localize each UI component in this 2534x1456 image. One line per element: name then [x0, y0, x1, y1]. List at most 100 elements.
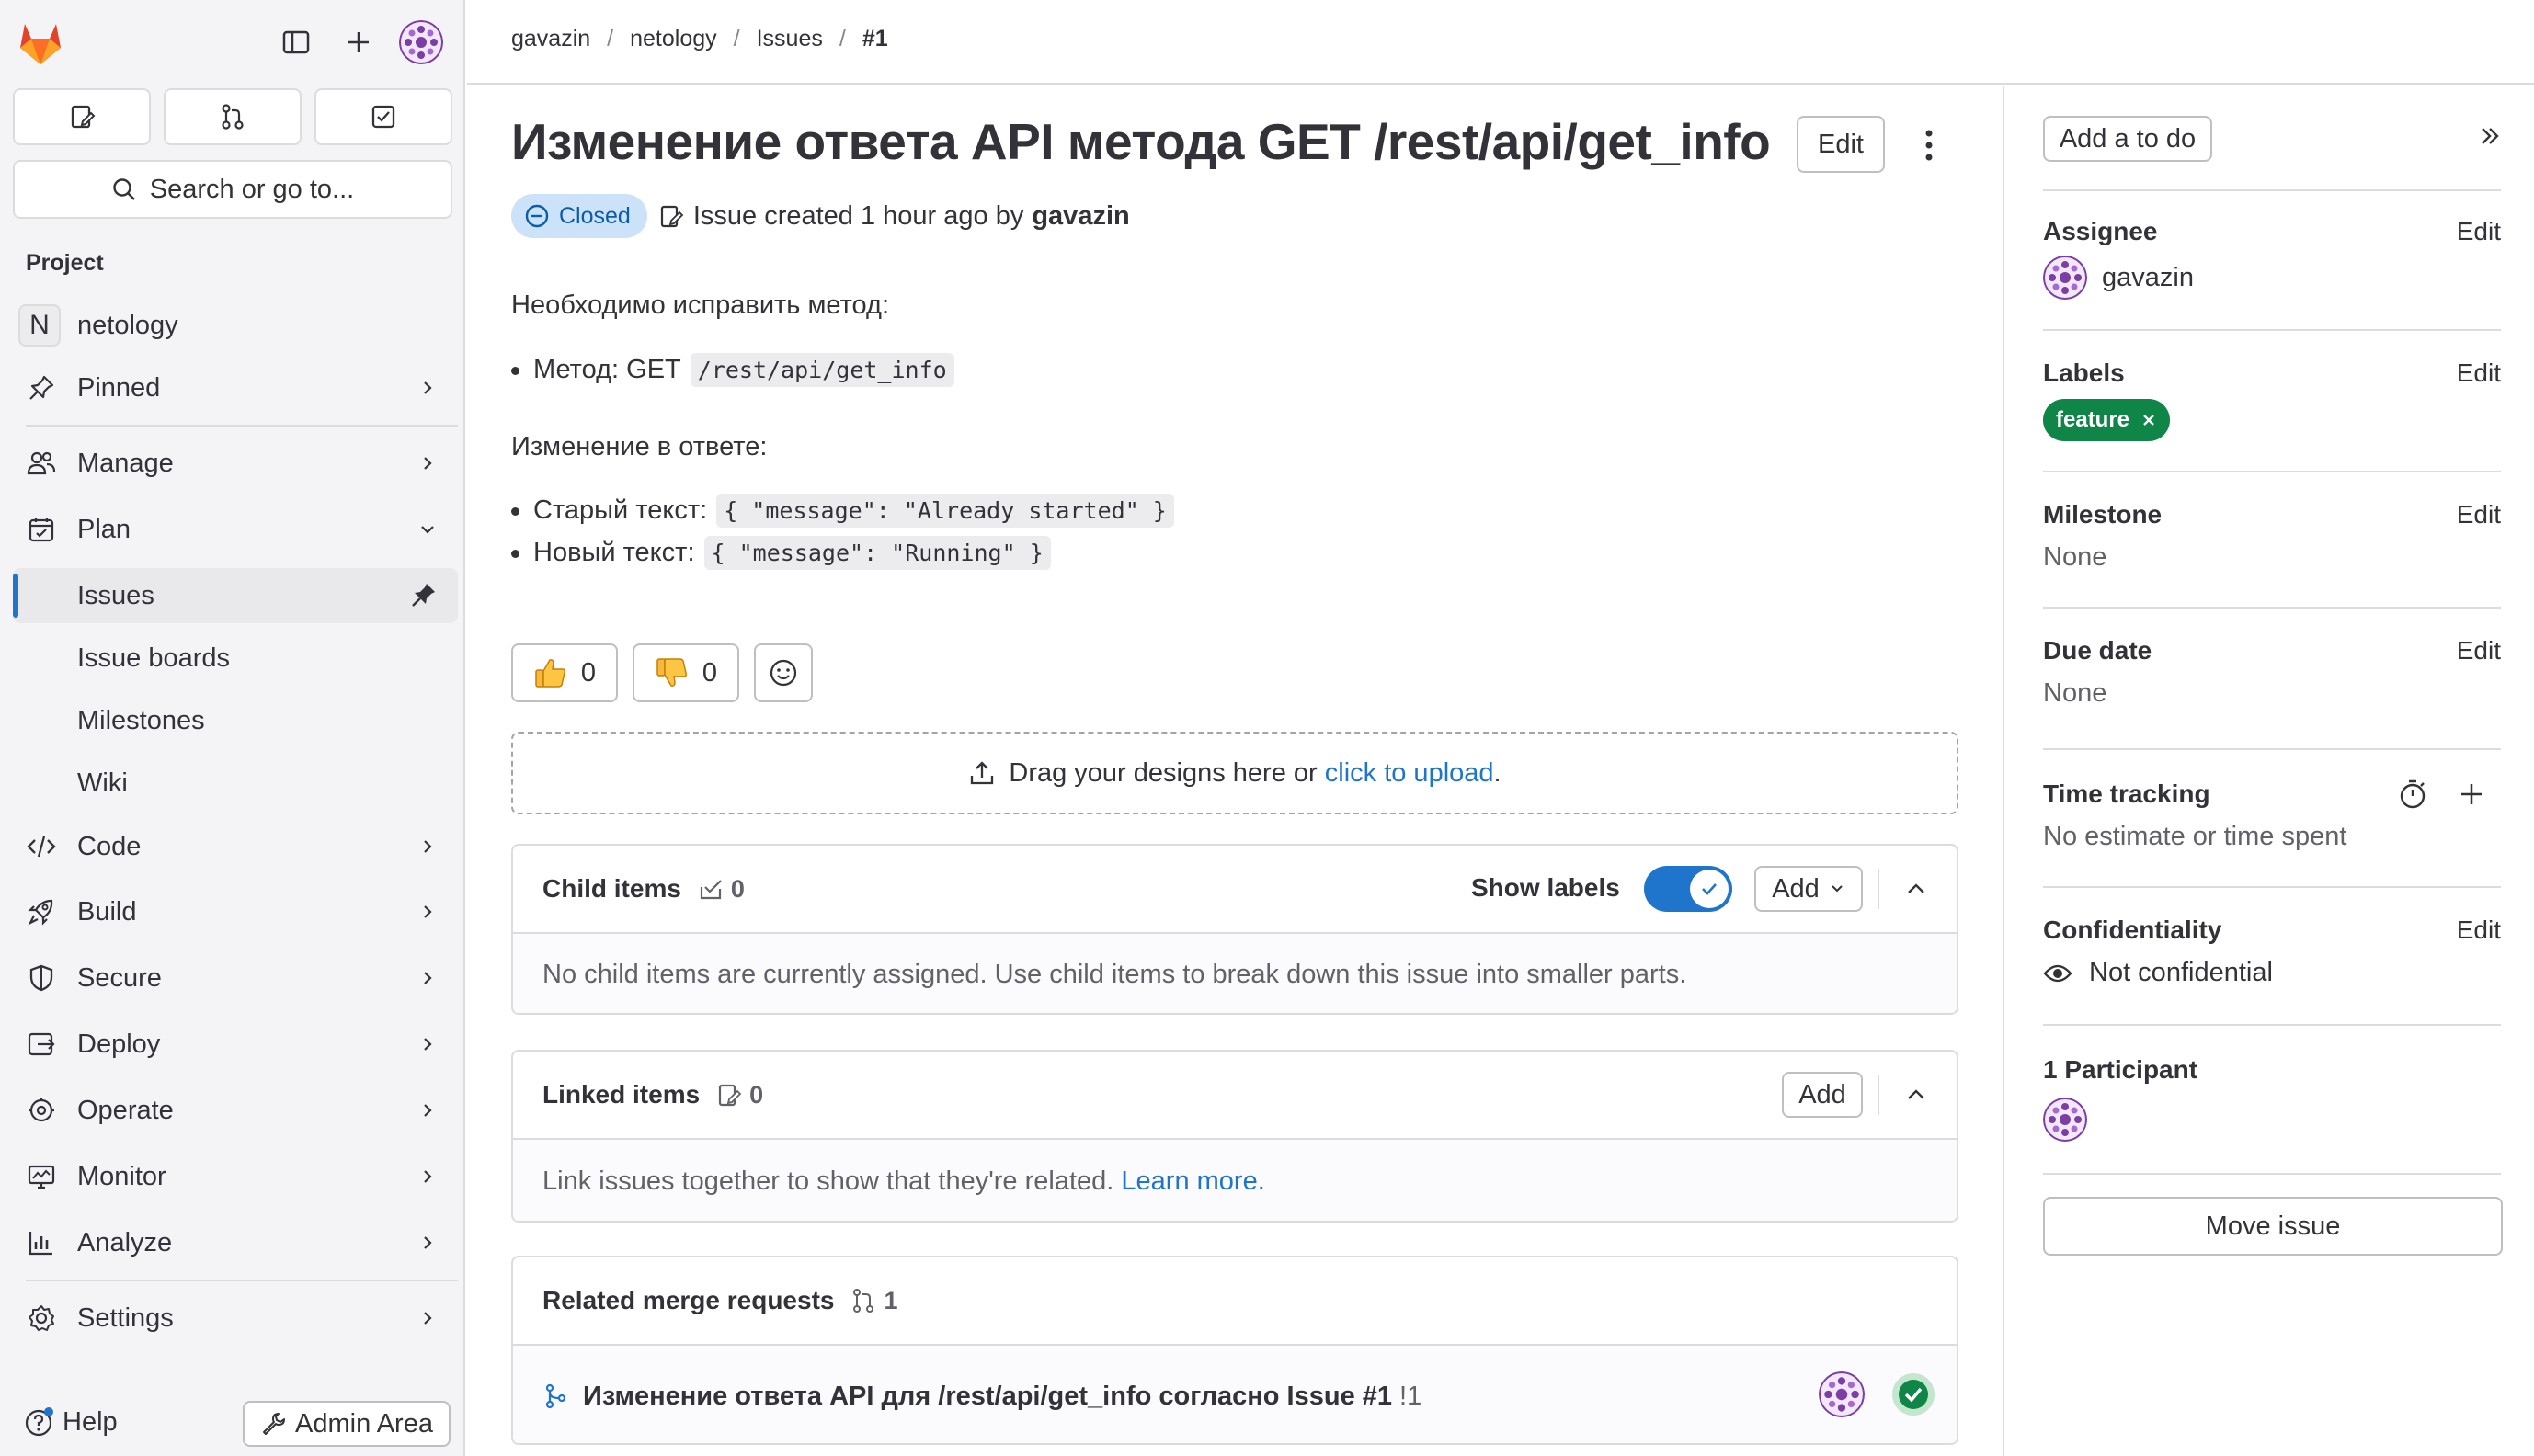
nav-operate[interactable]: Operate	[13, 1084, 458, 1137]
linked-items-card: Linked items 0 Add Link issues together …	[511, 1050, 1958, 1223]
card-title: Linked items	[542, 1080, 701, 1109]
child-items-card: Child items 0 Show labels Add No child i…	[511, 844, 1958, 1015]
wrench-icon	[260, 1411, 286, 1437]
edit-assignee-button[interactable]: Edit	[2457, 217, 2501, 246]
nav-plan[interactable]: Plan	[13, 503, 458, 556]
confidentiality-status: Not confidential	[2043, 958, 2501, 988]
thumbs-up-button[interactable]: 0	[511, 643, 618, 702]
upload-icon	[968, 759, 996, 787]
chevron-right-icon	[414, 1097, 441, 1124]
edit-labels-button[interactable]: Edit	[2457, 358, 2501, 388]
issues-icon	[716, 1082, 742, 1108]
nav-label: Issues	[77, 580, 154, 610]
project-name: netology	[77, 310, 178, 340]
nav-issue-boards[interactable]: Issue boards	[13, 631, 458, 686]
add-todo-button[interactable]: Add a to do	[2043, 116, 2212, 162]
show-labels-toggle[interactable]	[1644, 866, 1732, 912]
nav-analyze[interactable]: Analyze	[13, 1216, 458, 1269]
pin-icon[interactable]	[410, 581, 438, 609]
add-time-icon[interactable]	[2457, 779, 2486, 809]
time-tracking-block: Time tracking No estimate or time spent	[2043, 779, 2501, 852]
nav-label: Plan	[77, 514, 131, 544]
label-feature[interactable]: feature	[2043, 399, 2171, 441]
divider	[2043, 748, 2501, 750]
move-issue-button[interactable]: Move issue	[2043, 1197, 2503, 1256]
collapse-sidebar-icon[interactable]	[2475, 121, 2505, 151]
create-new-icon[interactable]	[338, 22, 379, 63]
assignee-block: Assignee Edit gavazin	[2043, 217, 2501, 300]
right-sidebar: Add a to do Assignee Edit gavazin Labels…	[2003, 86, 2534, 1456]
divider	[26, 1280, 458, 1281]
list-item: Старый текст: { "message": "Already star…	[511, 494, 1174, 528]
thumbs-down-icon	[655, 655, 690, 690]
code-icon	[24, 829, 59, 864]
assignee-user[interactable]: gavazin	[2043, 256, 2501, 300]
add-child-dropdown[interactable]: Add	[1754, 866, 1863, 912]
nav-secure[interactable]: Secure	[13, 951, 458, 1005]
nav-manage[interactable]: Manage	[13, 437, 458, 490]
edit-due-date-button[interactable]: Edit	[2457, 636, 2501, 665]
mr-row[interactable]: Изменение ответа API для /rest/api/get_i…	[513, 1346, 1957, 1443]
design-dropzone[interactable]: Drag your designs here or click to uploa…	[511, 732, 1958, 814]
child-count: 0	[698, 875, 745, 904]
more-actions-icon[interactable]	[1911, 118, 1947, 173]
edit-milestone-button[interactable]: Edit	[2457, 500, 2501, 529]
divider	[26, 425, 458, 427]
pipeline-passed-icon[interactable]	[1890, 1371, 1936, 1417]
nav-pinned[interactable]: Pinned	[13, 361, 458, 415]
help-button[interactable]: Help	[24, 1406, 118, 1438]
mr-count: 1	[850, 1287, 898, 1315]
divider	[2043, 607, 2501, 609]
todo-list-button[interactable]	[314, 88, 452, 145]
chevron-up-icon[interactable]	[1896, 869, 1936, 909]
nav-code[interactable]: Code	[13, 820, 458, 873]
mr-author-avatar[interactable]	[1819, 1371, 1865, 1417]
admin-area-button[interactable]: Admin Area	[243, 1401, 451, 1447]
mr-title[interactable]: Изменение ответа API для /rest/api/get_i…	[583, 1382, 1392, 1412]
confidentiality-title: Confidentiality	[2043, 916, 2222, 944]
edit-title-button[interactable]: Edit	[1797, 116, 1885, 173]
nav-milestones[interactable]: Milestones	[13, 693, 458, 748]
user-avatar[interactable]	[399, 20, 443, 64]
breadcrumb-project[interactable]: netology	[630, 26, 717, 52]
confidentiality-block: Confidentiality Edit Not confidential	[2043, 916, 2501, 988]
stopwatch-icon[interactable]	[2396, 778, 2429, 811]
author-link[interactable]: gavazin	[1032, 201, 1129, 232]
project-link[interactable]: N netology	[18, 303, 178, 347]
due-date-block: Due date Edit None	[2043, 636, 2501, 709]
nav-settings[interactable]: Settings	[13, 1291, 458, 1345]
learn-more-link[interactable]: Learn more.	[1121, 1166, 1264, 1197]
top-bar: gavazin / netology / Issues / #1	[467, 0, 2534, 85]
nav-monitor[interactable]: Monitor	[13, 1150, 458, 1203]
merge-requests-button[interactable]	[164, 88, 302, 145]
add-reaction-button[interactable]	[754, 643, 813, 702]
nav-issues[interactable]: Issues	[13, 568, 458, 623]
toggle-sidebar-icon[interactable]	[276, 22, 316, 63]
add-linked-button[interactable]: Add	[1782, 1072, 1863, 1118]
nav-wiki[interactable]: Wiki	[13, 756, 458, 811]
card-header: Related merge requests 1	[513, 1257, 1957, 1346]
upload-link[interactable]: click to upload	[1325, 758, 1494, 788]
breadcrumb-current[interactable]: #1	[862, 26, 888, 52]
edit-confidentiality-button[interactable]: Edit	[2457, 916, 2501, 945]
list-item: Новый текст: { "message": "Running" }	[511, 536, 1051, 570]
breadcrumb-issues[interactable]: Issues	[757, 26, 823, 52]
remove-label-icon[interactable]	[2140, 412, 2157, 428]
rocket-icon	[24, 894, 59, 929]
assigned-issues-button[interactable]	[13, 88, 151, 145]
chevron-up-icon[interactable]	[1896, 1075, 1936, 1115]
participant-avatar[interactable]	[2043, 1098, 2087, 1142]
child-count-value: 0	[730, 874, 745, 903]
gitlab-logo-icon[interactable]	[15, 17, 66, 68]
page-title: Изменение ответа API метода GET /rest/ap…	[511, 113, 1771, 170]
nav-deploy[interactable]: Deploy	[13, 1018, 458, 1071]
nav-label: Build	[77, 896, 137, 927]
linked-empty-text: Link issues together to show that they'r…	[542, 1166, 1114, 1196]
time-tracking-title: Time tracking	[2043, 779, 2210, 808]
breadcrumb-user[interactable]: gavazin	[511, 26, 590, 52]
nav-build[interactable]: Build	[13, 885, 458, 938]
chevron-right-icon	[414, 1163, 441, 1190]
thumbs-down-button[interactable]: 0	[633, 643, 739, 702]
description-heading: Изменение в ответе:	[511, 432, 768, 461]
search-button[interactable]: Search or go to...	[13, 160, 452, 219]
